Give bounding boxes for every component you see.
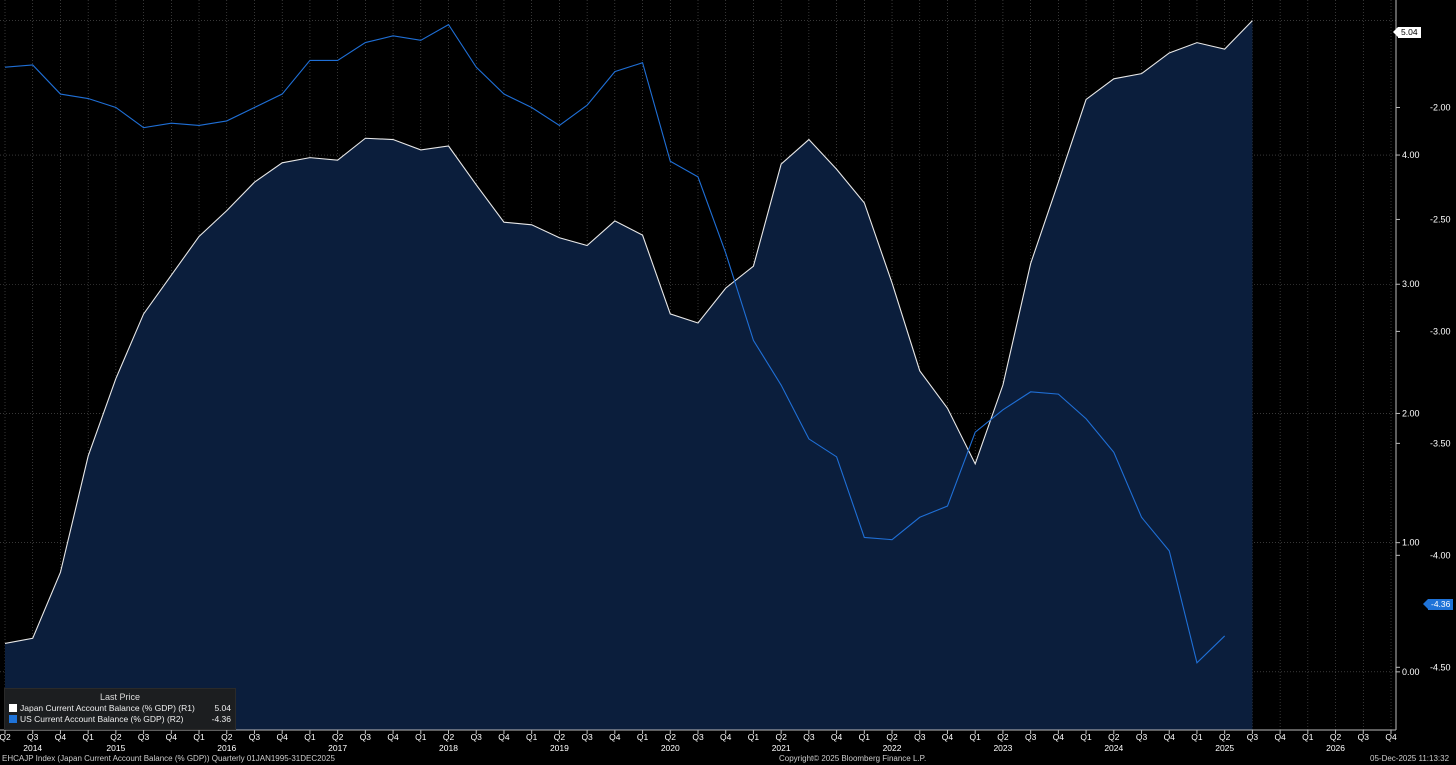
legend-axis-us: (R2)	[166, 713, 184, 724]
x-quarter-label-2019-Q1: Q1	[526, 732, 538, 742]
legend: Last Price Japan Current Account Balance…	[4, 688, 236, 730]
x-quarter-label-2020-Q4: Q4	[720, 732, 732, 742]
x-quarter-label-2021-Q2: Q2	[775, 732, 787, 742]
r2-tick-label--3: -3.00	[1430, 326, 1451, 336]
us-last-price-tag: -4.36	[1428, 599, 1454, 610]
x-quarter-label-2014-Q2: Q2	[0, 732, 11, 742]
x-quarter-label-2016-Q1: Q1	[193, 732, 205, 742]
x-quarter-label-2026-Q1: Q1	[1302, 732, 1314, 742]
legend-label-japan: Japan Current Account Balance (% GDP)	[20, 702, 176, 713]
legend-item-japan: Japan Current Account Balance (% GDP) (R…	[5, 702, 235, 713]
x-year-label-2022: 2022	[883, 743, 902, 753]
x-quarter-label-2022-Q2: Q2	[886, 732, 898, 742]
x-quarter-label-2023-Q3: Q3	[1025, 732, 1037, 742]
x-year-label-2017: 2017	[328, 743, 347, 753]
x-year-label-2026: 2026	[1326, 743, 1345, 753]
legend-swatch-us	[9, 714, 17, 723]
x-quarter-label-2026-Q2: Q2	[1330, 732, 1342, 742]
x-quarter-label-2021-Q3: Q3	[803, 732, 815, 742]
x-quarter-label-2022-Q1: Q1	[859, 732, 871, 742]
x-quarter-label-2023-Q1: Q1	[970, 732, 982, 742]
x-quarter-label-2026-Q3: Q3	[1358, 732, 1370, 742]
x-year-label-2024: 2024	[1104, 743, 1123, 753]
x-quarter-label-2015-Q1: Q1	[82, 732, 94, 742]
x-quarter-label-2024-Q3: Q3	[1136, 732, 1148, 742]
r1-tick-label-4: 4.00	[1402, 150, 1420, 160]
r1-tick-label-2: 2.00	[1402, 408, 1420, 418]
x-quarter-label-2015-Q4: Q4	[166, 732, 178, 742]
footer-ticker-description: EHCAJP Index (Japan Current Account Bala…	[2, 754, 335, 763]
x-year-label-2015: 2015	[106, 743, 125, 753]
x-year-label-2021: 2021	[772, 743, 791, 753]
x-quarter-label-2017-Q1: Q1	[304, 732, 316, 742]
x-year-label-2025: 2025	[1215, 743, 1234, 753]
footer-timestamp: 05-Dec-2025 11:13:32	[1370, 754, 1450, 763]
x-year-label-2023: 2023	[993, 743, 1012, 753]
x-year-label-2018: 2018	[439, 743, 458, 753]
legend-value-us: -4.36	[211, 713, 231, 724]
x-quarter-label-2014-Q4: Q4	[55, 732, 67, 742]
r2-tick-label--4.5: -4.50	[1430, 662, 1451, 672]
x-quarter-label-2024-Q1: Q1	[1080, 732, 1092, 742]
x-quarter-label-2025-Q1: Q1	[1191, 732, 1203, 742]
legend-label-us: US Current Account Balance (% GDP)	[20, 713, 165, 724]
legend-header: Last Price	[99, 692, 141, 702]
x-quarter-label-2025-Q3: Q3	[1247, 732, 1259, 742]
x-quarter-label-2020-Q2: Q2	[665, 732, 677, 742]
x-quarter-label-2022-Q4: Q4	[942, 732, 954, 742]
x-quarter-label-2018-Q2: Q2	[443, 732, 455, 742]
x-quarter-label-2016-Q3: Q3	[249, 732, 261, 742]
x-quarter-label-2016-Q2: Q2	[221, 732, 233, 742]
x-quarter-label-2016-Q4: Q4	[277, 732, 289, 742]
x-quarter-label-2026-Q4: Q4	[1385, 732, 1397, 742]
japan-area-layer	[5, 20, 1253, 731]
x-quarter-label-2017-Q3: Q3	[360, 732, 372, 742]
footer-bar: EHCAJP Index (Japan Current Account Bala…	[0, 754, 1456, 765]
legend-swatch-japan	[9, 703, 17, 712]
x-quarter-label-2025-Q2: Q2	[1219, 732, 1231, 742]
r1-tick-label-1: 1.00	[1402, 538, 1420, 548]
x-quarter-label-2020-Q1: Q1	[637, 732, 649, 742]
x-year-label-2019: 2019	[550, 743, 569, 753]
r1-tick-label-3: 3.00	[1402, 279, 1420, 289]
x-quarter-label-2017-Q2: Q2	[332, 732, 344, 742]
x-quarter-label-2022-Q3: Q3	[914, 732, 926, 742]
x-quarter-label-2019-Q3: Q3	[581, 732, 593, 742]
x-quarter-label-2021-Q4: Q4	[831, 732, 843, 742]
right-axis-r1-labels: 0.00 1.00 2.00 3.00 4.00	[1396, 150, 1420, 677]
x-year-label-2020: 2020	[661, 743, 680, 753]
r1-tick-label-0: 0.00	[1402, 667, 1420, 677]
x-quarter-label-2018-Q3: Q3	[471, 732, 483, 742]
x-quarter-label-2023-Q4: Q4	[1053, 732, 1065, 742]
x-quarter-label-2023-Q2: Q2	[997, 732, 1009, 742]
x-quarter-label-2014-Q3: Q3	[27, 732, 39, 742]
x-year-label-2014: 2014	[23, 743, 42, 753]
x-axis-labels: Q2 Q3 Q4 Q1 Q2 Q3 Q4 Q1 Q2 Q3 Q4 Q1 Q2 Q3 Q4 Q1 Q2 Q3 Q4 Q1…	[0, 730, 1397, 753]
x-quarter-label-2024-Q4: Q4	[1164, 732, 1176, 742]
x-quarter-label-2018-Q4: Q4	[498, 732, 510, 742]
x-quarter-label-2025-Q4: Q4	[1274, 732, 1286, 742]
r2-tick-label--4: -4.00	[1430, 550, 1451, 560]
x-quarter-label-2021-Q1: Q1	[748, 732, 760, 742]
footer-copyright: Copyright© 2025 Bloomberg Finance L.P.	[779, 754, 927, 763]
x-quarter-label-2020-Q3: Q3	[692, 732, 704, 742]
chart-canvas: Q2 Q3 Q4 Q1 Q2 Q3 Q4 Q1 Q2 Q3 Q4 Q1 Q2 Q3 Q4 Q1 Q2 Q3 Q4 Q1…	[0, 0, 1451, 753]
x-quarter-label-2019-Q2: Q2	[554, 732, 566, 742]
r2-tick-label--3.5: -3.50	[1430, 438, 1451, 448]
japan-last-price-tag: 5.04	[1398, 27, 1421, 38]
x-quarter-label-2024-Q2: Q2	[1108, 732, 1120, 742]
x-quarter-label-2018-Q1: Q1	[415, 732, 427, 742]
r2-tick-label--2: -2.00	[1430, 102, 1451, 112]
japan-area-fill	[5, 20, 1253, 731]
right-axis-r2-labels: -2.00 -2.50 -3.00 -3.50 -4.00 -4.50	[1396, 102, 1451, 672]
x-quarter-label-2017-Q4: Q4	[387, 732, 399, 742]
legend-axis-japan: (R1)	[178, 702, 195, 713]
legend-item-us: US Current Account Balance (% GDP) (R2) …	[5, 713, 235, 724]
r2-tick-label--2.5: -2.50	[1430, 214, 1451, 224]
x-quarter-label-2015-Q2: Q2	[110, 732, 122, 742]
x-quarter-label-2019-Q4: Q4	[609, 732, 621, 742]
legend-value-japan: 5.04	[214, 702, 231, 713]
x-quarter-label-2015-Q3: Q3	[138, 732, 150, 742]
x-year-label-2016: 2016	[217, 743, 236, 753]
